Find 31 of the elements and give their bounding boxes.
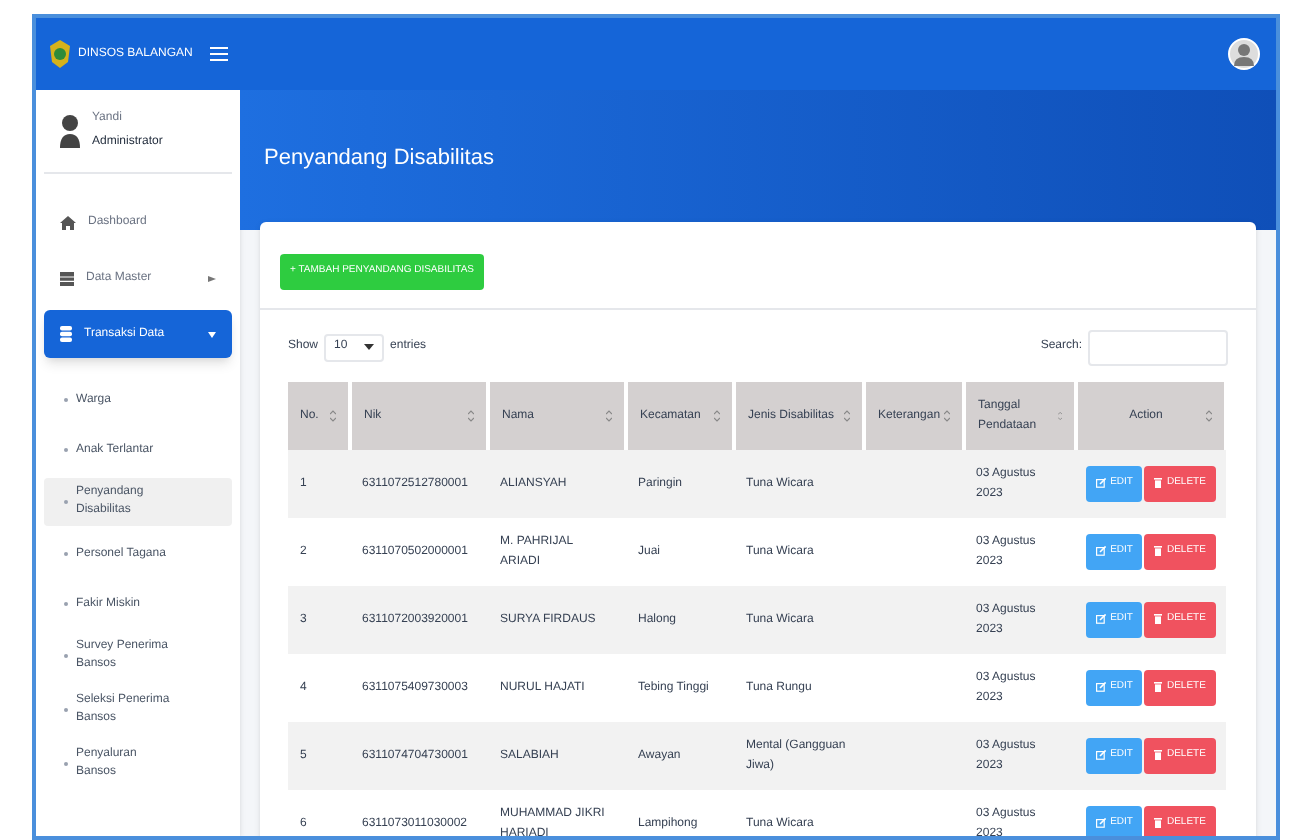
sort-icon[interactable] [606, 409, 612, 422]
sort-icon[interactable] [844, 409, 850, 422]
sort-icon[interactable] [1206, 409, 1212, 422]
edit-icon [1096, 546, 1107, 557]
page-title: Penyandang Disabilitas [264, 144, 496, 174]
home-icon [60, 215, 76, 229]
caret-icon [364, 344, 375, 351]
trash-icon [1154, 682, 1163, 693]
trash-icon [1154, 546, 1163, 557]
database-icon [60, 326, 72, 342]
caret-icon [208, 275, 216, 281]
logo-icon [48, 38, 72, 70]
avatar-icon[interactable] [1228, 38, 1260, 70]
edit-icon [1096, 682, 1107, 693]
trash-icon [1154, 614, 1163, 625]
edit-icon [1096, 750, 1107, 761]
sort-icon[interactable] [330, 409, 336, 422]
trash-icon [1154, 818, 1163, 829]
trash-icon [1154, 750, 1163, 761]
menu-icon[interactable] [210, 46, 228, 62]
sort-icon[interactable] [468, 409, 474, 422]
sort-icon[interactable] [944, 409, 951, 422]
caret-icon [208, 331, 216, 337]
trash-icon [1154, 478, 1163, 489]
edit-icon [1096, 614, 1107, 625]
edit-icon [1096, 818, 1107, 829]
search-field[interactable] [1088, 329, 1228, 366]
user-icon [60, 113, 80, 149]
table-icon [60, 271, 74, 285]
edit-icon [1096, 478, 1107, 489]
sort-icon[interactable] [714, 409, 720, 422]
